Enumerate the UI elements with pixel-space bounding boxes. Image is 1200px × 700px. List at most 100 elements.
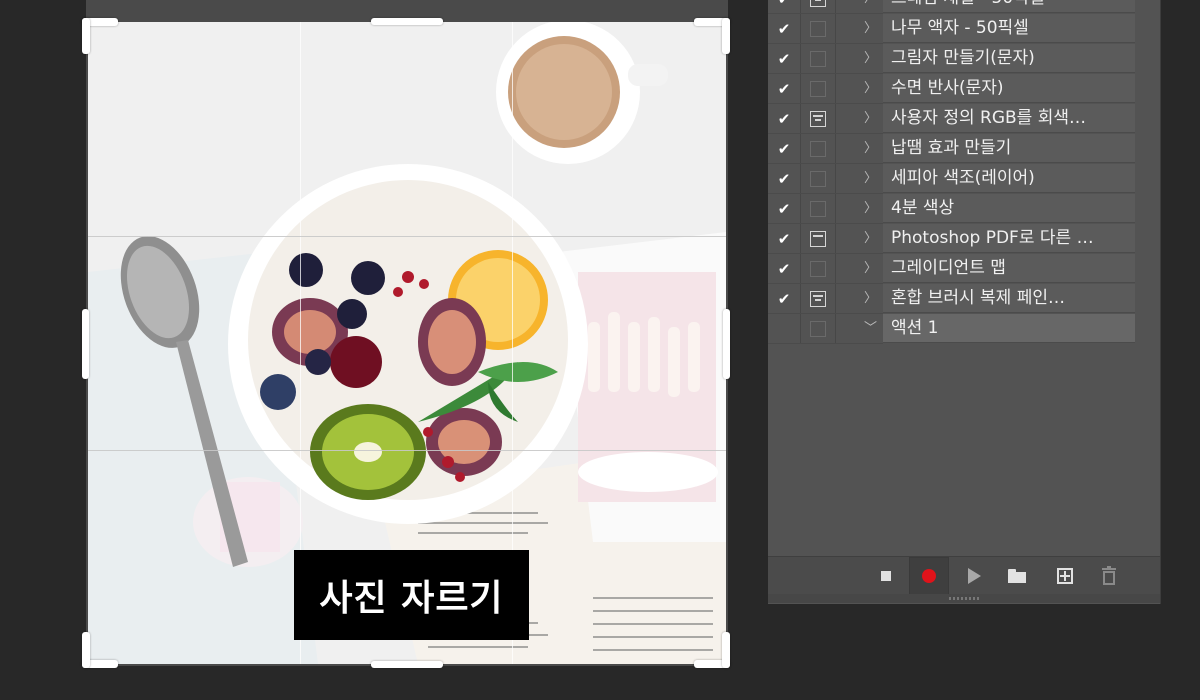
crop-title-text: 사진 자르기 <box>319 578 504 619</box>
toggle-dialog-checkbox[interactable] <box>801 254 836 283</box>
action-row[interactable]: ✔ 〉 세피아 색조(레이어) <box>768 164 1160 194</box>
empty-dialog-box-icon <box>810 260 826 277</box>
add-icon <box>1057 568 1073 584</box>
chevron-right-icon[interactable]: 〉 <box>864 134 877 163</box>
action-label: 사용자 정의 RGB를 회색… <box>883 104 1135 133</box>
crop-grid-line <box>88 236 726 237</box>
actions-panel-footer <box>768 556 1160 596</box>
empty-dialog-box-icon <box>810 140 826 157</box>
action-row[interactable]: ✔ 〉 나무 액자 - 50픽셀 <box>768 14 1160 44</box>
toggle-dialog-checkbox[interactable] <box>801 314 836 343</box>
action-row[interactable]: ✔ 〉 그림자 만들기(문자) <box>768 44 1160 74</box>
chevron-right-icon[interactable]: 〉 <box>864 0 877 13</box>
panel-resize-grip[interactable] <box>768 594 1160 603</box>
chevron-right-icon[interactable]: 〉 <box>864 194 877 223</box>
crop-grid-line <box>88 450 726 451</box>
check-icon: ✔ <box>777 49 791 68</box>
empty-dialog-box-icon <box>810 320 826 337</box>
toggle-dialog-checkbox[interactable] <box>801 224 836 253</box>
crop-handle-right[interactable] <box>723 309 730 379</box>
empty-dialog-box-icon <box>810 50 826 67</box>
check-icon: ✔ <box>777 19 791 38</box>
toggle-item-checkbox[interactable]: ✔ <box>768 254 801 283</box>
action-row[interactable]: ✔ 〉 그레이디언트 맵 <box>768 254 1160 284</box>
crop-handle-top-left-vertical[interactable] <box>82 18 90 54</box>
crop-handle-bottom[interactable] <box>371 661 443 668</box>
action-row[interactable]: ✔ 〉 사용자 정의 RGB를 회색… <box>768 104 1160 134</box>
chevron-right-icon[interactable]: 〉 <box>864 14 877 43</box>
check-icon: ✔ <box>777 199 791 218</box>
action-row[interactable]: ✔ 〉 수면 반사(문자) <box>768 74 1160 104</box>
toggle-dialog-checkbox[interactable] <box>801 0 836 13</box>
toggle-dialog-checkbox[interactable] <box>801 104 836 133</box>
toggle-item-checkbox[interactable] <box>768 314 801 343</box>
record-button[interactable] <box>909 557 949 595</box>
crop-handle-left[interactable] <box>82 309 89 379</box>
grip-icon <box>949 597 979 600</box>
dialog-icon <box>810 230 826 247</box>
action-row[interactable]: ✔ 〉 납땜 효과 만들기 <box>768 134 1160 164</box>
chevron-right-icon[interactable]: 〉 <box>864 284 877 313</box>
stop-recording-button[interactable] <box>866 557 906 595</box>
action-row[interactable]: ✔ 〉 Photoshop PDF로 다른 … <box>768 224 1160 254</box>
toggle-item-checkbox[interactable]: ✔ <box>768 284 801 313</box>
chevron-right-icon[interactable]: 〉 <box>864 104 877 133</box>
play-selection-button[interactable] <box>954 557 994 595</box>
crop-title-banner: 사진 자르기 <box>294 550 529 640</box>
toggle-item-checkbox[interactable]: ✔ <box>768 0 801 13</box>
chevron-right-icon[interactable]: 〉 <box>864 44 877 73</box>
action-row[interactable]: ﹀ 액션 1 <box>768 314 1160 344</box>
chevron-right-icon[interactable]: 〉 <box>864 254 877 283</box>
toggle-item-checkbox[interactable]: ✔ <box>768 44 801 73</box>
action-label: 그레이디언트 맵 <box>883 254 1135 283</box>
toggle-item-checkbox[interactable]: ✔ <box>768 104 801 133</box>
toggle-dialog-checkbox[interactable] <box>801 14 836 43</box>
check-icon: ✔ <box>777 259 791 278</box>
new-set-button[interactable] <box>997 557 1037 595</box>
chevron-down-icon[interactable]: ﹀ <box>864 314 877 343</box>
chevron-right-icon[interactable]: 〉 <box>864 164 877 193</box>
stop-icon <box>881 571 891 581</box>
toggle-item-checkbox[interactable]: ✔ <box>768 224 801 253</box>
crop-handle-bottom-left-vertical[interactable] <box>82 632 90 668</box>
action-label: 프레임 채널 - 50픽셀 <box>883 0 1135 13</box>
toggle-dialog-checkbox[interactable] <box>801 134 836 163</box>
new-action-button[interactable] <box>1045 557 1085 595</box>
toggle-item-checkbox[interactable]: ✔ <box>768 14 801 43</box>
empty-dialog-box-icon <box>810 200 826 217</box>
actions-panel: ✔〉프레임 채널 - 50픽셀✔〉나무 액자 - 50픽셀✔〉그림자 만들기(문… <box>768 0 1161 604</box>
toggle-dialog-checkbox[interactable] <box>801 74 836 103</box>
toggle-item-checkbox[interactable]: ✔ <box>768 194 801 223</box>
action-row[interactable]: ✔ 〉 혼합 브러시 복제 페인… <box>768 284 1160 314</box>
dialog-icon <box>810 290 826 307</box>
action-label: 혼합 브러시 복제 페인… <box>883 284 1135 313</box>
toggle-item-checkbox[interactable]: ✔ <box>768 74 801 103</box>
empty-dialog-box-icon <box>810 20 826 37</box>
crop-handle-top-right-vertical[interactable] <box>722 18 730 54</box>
crop-handle-bottom-right-vertical[interactable] <box>722 632 730 668</box>
crop-handle-top[interactable] <box>371 18 443 25</box>
action-label: Photoshop PDF로 다른 … <box>883 224 1135 253</box>
delete-button[interactable] <box>1089 557 1129 595</box>
toggle-dialog-checkbox[interactable] <box>801 44 836 73</box>
action-label: 수면 반사(문자) <box>883 74 1135 103</box>
check-icon: ✔ <box>777 79 791 98</box>
play-icon <box>967 568 981 584</box>
chevron-right-icon[interactable]: 〉 <box>864 224 877 253</box>
trash-icon <box>1102 566 1116 585</box>
empty-dialog-box-icon <box>810 80 826 97</box>
action-label: 4분 색상 <box>883 194 1135 223</box>
action-row[interactable]: ✔ 〉 프레임 채널 - 50픽셀 <box>768 0 1160 14</box>
toggle-dialog-checkbox[interactable] <box>801 284 836 313</box>
toggle-dialog-checkbox[interactable] <box>801 164 836 193</box>
check-icon: ✔ <box>777 229 791 248</box>
toggle-dialog-checkbox[interactable] <box>801 194 836 223</box>
check-icon: ✔ <box>777 289 791 308</box>
toggle-item-checkbox[interactable]: ✔ <box>768 134 801 163</box>
toggle-item-checkbox[interactable]: ✔ <box>768 164 801 193</box>
actions-list: ✔〉프레임 채널 - 50픽셀✔〉나무 액자 - 50픽셀✔〉그림자 만들기(문… <box>768 0 1160 344</box>
action-label: 납땜 효과 만들기 <box>883 134 1135 163</box>
action-row[interactable]: ✔ 〉 4분 색상 <box>768 194 1160 224</box>
chevron-right-icon[interactable]: 〉 <box>864 74 877 103</box>
check-icon: ✔ <box>777 109 791 128</box>
